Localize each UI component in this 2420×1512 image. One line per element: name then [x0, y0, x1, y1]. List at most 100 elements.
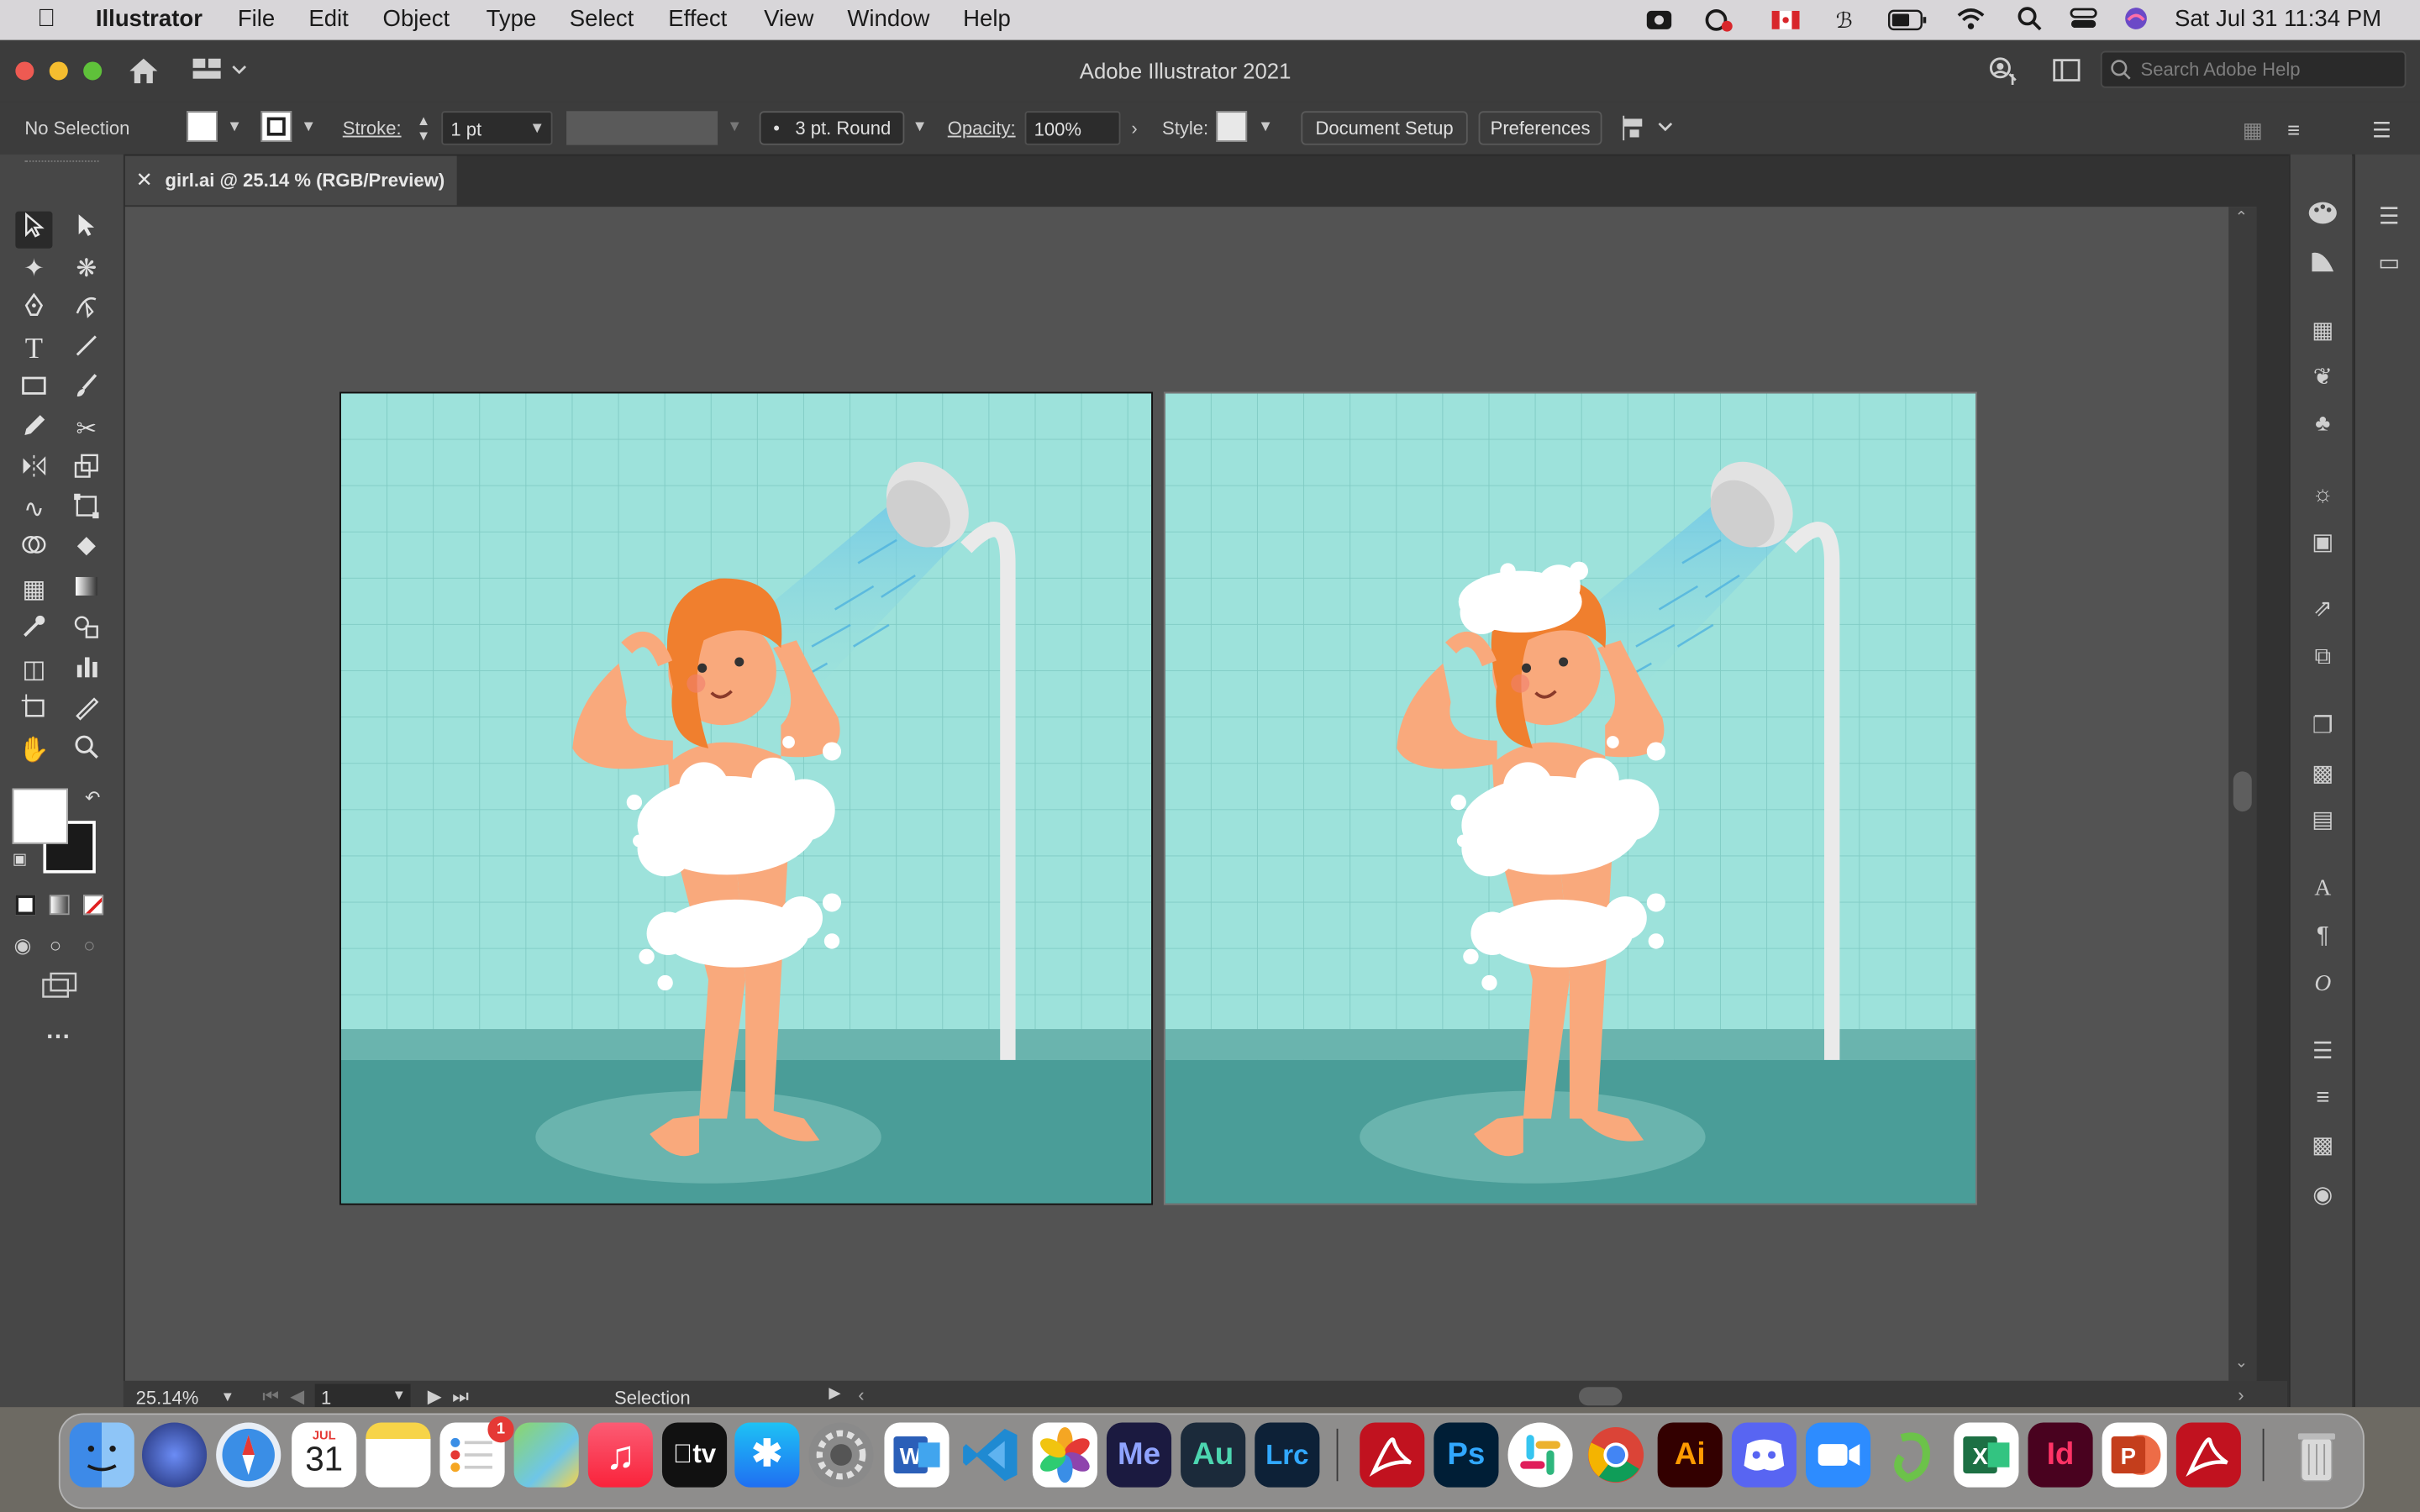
panel-arrange-icon[interactable]: [2053, 59, 2081, 92]
cashew-icon[interactable]: [1880, 1422, 1944, 1487]
menu-help[interactable]: Help: [963, 6, 1011, 32]
arrange-panel-icon[interactable]: ❐: [2306, 710, 2339, 743]
opentype-panel-icon[interactable]: O: [2306, 968, 2339, 1001]
control-menu-icon[interactable]: ☰: [2372, 118, 2391, 144]
audition-icon[interactable]: Au: [1181, 1422, 1246, 1488]
slack-icon[interactable]: [1507, 1422, 1573, 1488]
stroke-panel-icon[interactable]: ≡: [2306, 1082, 2339, 1116]
reminders-icon[interactable]: 1: [439, 1416, 514, 1488]
siri-app-icon[interactable]: [141, 1422, 208, 1488]
paintbrush-tool-icon[interactable]: [68, 372, 105, 409]
character-panel-icon[interactable]: A: [2306, 872, 2339, 906]
menu-view[interactable]: View: [764, 6, 813, 32]
music-icon[interactable]: ♫: [587, 1422, 653, 1488]
preferences-button[interactable]: Preferences: [1478, 111, 1602, 145]
menu-select[interactable]: Select: [570, 6, 634, 32]
finder-icon[interactable]: [69, 1422, 134, 1488]
next-artboard-icon[interactable]: ▶: [428, 1385, 442, 1407]
canada-flag-icon[interactable]: [1771, 6, 1800, 34]
live-paint-bucket-icon[interactable]: [68, 533, 105, 570]
default-fill-stroke-icon[interactable]: ▣: [13, 852, 27, 869]
stroke-weight-dropdown-icon[interactable]: ▼: [529, 113, 544, 146]
menu-app-name[interactable]: Illustrator: [96, 6, 203, 32]
style-dropdown-icon[interactable]: ▼: [1258, 118, 1273, 135]
magic-wand-tool-icon[interactable]: ✦: [15, 251, 52, 288]
fill-proxy[interactable]: [12, 788, 68, 844]
line-segment-tool-icon[interactable]: [68, 332, 105, 369]
fill-dropdown-icon[interactable]: ▼: [227, 118, 242, 135]
vscode-icon[interactable]: [959, 1422, 1023, 1487]
spotlight-icon[interactable]: [2016, 6, 2044, 34]
properties-panel-icon[interactable]: ☰: [2372, 201, 2406, 234]
transform-icon[interactable]: ≡: [2287, 118, 2300, 142]
fill-color-swatch[interactable]: [187, 111, 218, 142]
blend-tool-icon[interactable]: [68, 612, 105, 649]
menu-edit[interactable]: Edit: [308, 6, 348, 32]
transform-panel-icon[interactable]: ▩: [2306, 758, 2339, 791]
scroll-left-icon[interactable]: ‹: [858, 1384, 864, 1406]
photos-icon[interactable]: [1032, 1422, 1097, 1488]
menu-effect[interactable]: Effect: [668, 6, 727, 32]
align-options-icon[interactable]: [1621, 114, 1676, 147]
apple-icon[interactable]: : [37, 6, 55, 34]
column-graph-tool-icon[interactable]: [68, 653, 105, 690]
graphic-styles-icon[interactable]: ▣: [2306, 526, 2339, 559]
search-adobe-help-input[interactable]: Search Adobe Help: [2100, 50, 2407, 88]
close-tab-icon[interactable]: ✕: [136, 168, 153, 192]
document-tab[interactable]: ✕ girl.ai @ 25.14 % (RGB/Preview): [123, 155, 457, 206]
battery-icon[interactable]: [1886, 6, 1928, 34]
siri-icon[interactable]: [2123, 6, 2150, 34]
none-mode-icon[interactable]: [83, 895, 104, 916]
notes-icon[interactable]: [366, 1422, 431, 1488]
opacity-field[interactable]: 100%: [1024, 111, 1121, 145]
type-tool-icon[interactable]: T: [15, 332, 52, 369]
horizontal-scrollbar[interactable]: ‹ ›: [858, 1384, 2250, 1410]
current-tool-status[interactable]: Selection: [614, 1387, 691, 1409]
pen-tool-icon[interactable]: [15, 291, 52, 328]
free-transform-tool-icon[interactable]: [68, 492, 105, 529]
word-icon[interactable]: W: [884, 1422, 950, 1488]
gradient-panel-icon[interactable]: ▩: [2306, 1129, 2339, 1163]
apple-tv-icon[interactable]: tv: [661, 1422, 728, 1488]
transparency-panel-icon[interactable]: ◉: [2306, 1179, 2339, 1212]
canvas-area[interactable]: ⌃ ⌄: [124, 207, 2257, 1381]
creative-cloud-icon[interactable]: [1704, 6, 1733, 34]
wifi-icon[interactable]: [1957, 6, 1985, 34]
swatches-panel-icon[interactable]: ▦: [2306, 315, 2339, 349]
selection-tool-icon[interactable]: [15, 211, 53, 249]
first-artboard-icon[interactable]: ⏮: [262, 1385, 279, 1409]
reflect-tool-icon[interactable]: [15, 452, 52, 489]
acrobat-reader-icon[interactable]: [2175, 1422, 2241, 1488]
share-user-icon[interactable]: [1986, 55, 2018, 94]
calendar-icon[interactable]: JUL 31: [292, 1422, 357, 1488]
menu-file[interactable]: File: [238, 6, 275, 32]
scroll-right-icon[interactable]: ›: [2238, 1384, 2244, 1406]
scroll-down-icon[interactable]: ⌄: [2235, 1355, 2248, 1372]
brush-definition[interactable]: • 3 pt. Round: [759, 111, 905, 145]
variable-width-profile[interactable]: [566, 111, 718, 145]
zoom-level[interactable]: 25.14%: [136, 1387, 199, 1409]
paragraph-panel-icon[interactable]: ¶: [2306, 920, 2339, 953]
curvature-tool-icon[interactable]: [68, 291, 105, 328]
acrobat-icon[interactable]: [1360, 1422, 1425, 1488]
vertical-scrollbar[interactable]: ⌃ ⌄: [2228, 207, 2257, 1381]
lasso-tool-icon[interactable]: ❋: [68, 251, 105, 288]
eyedropper-tool-icon[interactable]: [15, 612, 52, 649]
menu-window[interactable]: Window: [847, 6, 929, 32]
status-menu-arrow-icon[interactable]: ▶: [829, 1385, 840, 1402]
discord-icon[interactable]: [1731, 1422, 1797, 1488]
zoom-icon[interactable]: [1805, 1422, 1871, 1488]
artboard-dropdown-icon[interactable]: ▼: [392, 1387, 406, 1402]
scroll-up-icon[interactable]: ⌃: [2235, 210, 2248, 227]
gradient-tool-icon[interactable]: [68, 572, 105, 609]
toolbar-grip[interactable]: [24, 160, 99, 165]
rectangle-tool-icon[interactable]: [15, 372, 52, 409]
stroke-dropdown-icon[interactable]: ▼: [301, 118, 316, 135]
appearance-panel-icon[interactable]: ☼: [2306, 478, 2339, 512]
menubar-clock[interactable]: Sat Jul 31 11:34 PM: [2175, 6, 2381, 32]
vertical-scroll-thumb[interactable]: [2233, 771, 2252, 812]
last-artboard-icon[interactable]: ⏭: [452, 1385, 469, 1409]
edit-toolbar-icon[interactable]: ···: [46, 1025, 71, 1053]
slice-tool-icon[interactable]: [68, 693, 105, 730]
warp-tool-icon[interactable]: ∿: [15, 492, 52, 529]
